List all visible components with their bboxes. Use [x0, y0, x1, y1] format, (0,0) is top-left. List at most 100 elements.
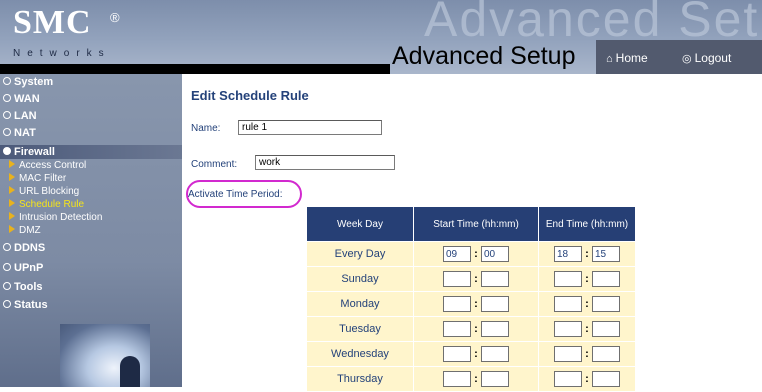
- bullet-icon: [3, 147, 11, 156]
- colon: :: [474, 348, 478, 360]
- table-row: Every Day 09:00 18:15: [306, 241, 636, 267]
- table-row: Sunday : :: [306, 266, 636, 292]
- header-banner: Advanced Setup SMC ® Networks Advanced S…: [0, 0, 762, 74]
- sidebar-item-label: UPnP: [14, 262, 44, 274]
- sidebar-item-tools[interactable]: Tools: [0, 280, 43, 294]
- colon: :: [474, 298, 478, 310]
- colon: :: [585, 298, 589, 310]
- sidebar-sub-url-blocking[interactable]: URL Blocking: [9, 186, 79, 198]
- start-hour-input[interactable]: [443, 371, 471, 387]
- end-minute-input[interactable]: [592, 321, 620, 337]
- colon: :: [474, 373, 478, 385]
- end-hour-input[interactable]: [554, 296, 582, 312]
- sidebar-item-label: LAN: [14, 110, 37, 122]
- start-hour-input[interactable]: [443, 321, 471, 337]
- logo-text: SMC: [13, 4, 92, 41]
- header-black-bar: [0, 64, 390, 74]
- colon: :: [474, 248, 478, 260]
- sidebar-item-wan[interactable]: WAN: [0, 92, 40, 106]
- sidebar-item-label: WAN: [14, 93, 40, 105]
- sidebar-item-ddns[interactable]: DDNS: [0, 241, 45, 255]
- sidebar-sub-intrusion-detection[interactable]: Intrusion Detection: [9, 212, 102, 224]
- table-row: Wednesday : :: [306, 341, 636, 367]
- end-hour-input[interactable]: [554, 346, 582, 362]
- end-minute-input[interactable]: 15: [592, 246, 620, 262]
- start-minute-input[interactable]: [481, 296, 509, 312]
- sidebar-sub-label: Schedule Rule: [19, 199, 85, 210]
- sidebar-item-upnp[interactable]: UPnP: [0, 261, 43, 275]
- end-minute-input[interactable]: [592, 346, 620, 362]
- colon: :: [585, 273, 589, 285]
- sidebar-item-label: Status: [14, 299, 48, 311]
- logout-link[interactable]: ◎ Logout: [682, 51, 731, 65]
- form-title: Edit Schedule Rule: [191, 88, 309, 103]
- header-end-time: End Time (hh:mm): [538, 206, 636, 242]
- day-cell: Monday: [306, 291, 414, 317]
- end-hour-input[interactable]: [554, 321, 582, 337]
- logo-networks: Networks: [13, 48, 111, 59]
- comment-label: Comment:: [191, 159, 238, 170]
- name-field[interactable]: rule 1: [238, 120, 382, 135]
- start-minute-input[interactable]: 00: [481, 246, 509, 262]
- sidebar-item-label: DDNS: [14, 242, 46, 254]
- sidebar-item-lan[interactable]: LAN: [0, 109, 37, 123]
- sidebar-sub-label: MAC Filter: [19, 173, 67, 184]
- end-time-cell: :: [538, 266, 636, 292]
- bullet-icon: [3, 94, 11, 103]
- sidebar-sub-dmz[interactable]: DMZ: [9, 225, 41, 237]
- sidebar-sub-access-control[interactable]: Access Control: [9, 160, 86, 172]
- end-time-cell: :: [538, 366, 636, 392]
- activate-period-label: Activate Time Period:: [188, 189, 283, 200]
- home-link[interactable]: ⌂ Home: [606, 51, 648, 65]
- sidebar-item-status[interactable]: Status: [0, 298, 48, 312]
- bullet-icon: [3, 263, 11, 272]
- start-hour-input[interactable]: [443, 271, 471, 287]
- day-cell: Wednesday: [306, 341, 414, 367]
- bullet-icon: [3, 77, 11, 86]
- end-minute-input[interactable]: [592, 271, 620, 287]
- end-hour-input[interactable]: 18: [554, 246, 582, 262]
- sidebar-item-label: Tools: [14, 281, 43, 293]
- end-minute-input[interactable]: [592, 371, 620, 387]
- table-row: Thursday : :: [306, 366, 636, 392]
- sidebar-item-firewall[interactable]: Firewall: [0, 145, 55, 159]
- sidebar-sub-schedule-rule[interactable]: Schedule Rule: [9, 199, 84, 211]
- comment-field[interactable]: work: [255, 155, 395, 170]
- arrow-icon: [9, 160, 15, 169]
- start-minute-input[interactable]: [481, 321, 509, 337]
- end-time-cell: :: [538, 291, 636, 317]
- main-content: Edit Schedule Rule Name: rule 1 Comment:…: [182, 74, 762, 392]
- header-start-time: Start Time (hh:mm): [413, 206, 539, 242]
- sidebar: System WAN LAN NAT Firewall Access Contr…: [0, 74, 182, 387]
- start-hour-input[interactable]: 09: [443, 246, 471, 262]
- day-cell: Sunday: [306, 266, 414, 292]
- sidebar-item-nat[interactable]: NAT: [0, 126, 36, 140]
- colon: :: [474, 273, 478, 285]
- start-time-cell: :: [413, 316, 539, 342]
- sidebar-item-system[interactable]: System: [0, 75, 53, 89]
- sidebar-item-label: NAT: [14, 127, 36, 139]
- start-time-cell: :: [413, 366, 539, 392]
- start-minute-input[interactable]: [481, 371, 509, 387]
- arrow-icon: [9, 225, 15, 234]
- end-minute-input[interactable]: [592, 296, 620, 312]
- colon: :: [474, 323, 478, 335]
- sidebar-sub-mac-filter[interactable]: MAC Filter: [9, 173, 66, 185]
- bullet-icon: [3, 300, 11, 309]
- sidebar-sub-label: DMZ: [19, 225, 41, 236]
- start-minute-input[interactable]: [481, 346, 509, 362]
- end-hour-input[interactable]: [554, 271, 582, 287]
- logout-label: Logout: [694, 51, 732, 65]
- home-label: Home: [615, 51, 648, 65]
- person-figure: [120, 356, 140, 387]
- arrow-icon: [9, 199, 15, 208]
- bullet-icon: [3, 243, 11, 252]
- start-hour-input[interactable]: [443, 346, 471, 362]
- day-cell: Tuesday: [306, 316, 414, 342]
- start-time-cell: :: [413, 341, 539, 367]
- start-minute-input[interactable]: [481, 271, 509, 287]
- start-time-cell: :: [413, 291, 539, 317]
- colon: :: [585, 323, 589, 335]
- end-hour-input[interactable]: [554, 371, 582, 387]
- start-hour-input[interactable]: [443, 296, 471, 312]
